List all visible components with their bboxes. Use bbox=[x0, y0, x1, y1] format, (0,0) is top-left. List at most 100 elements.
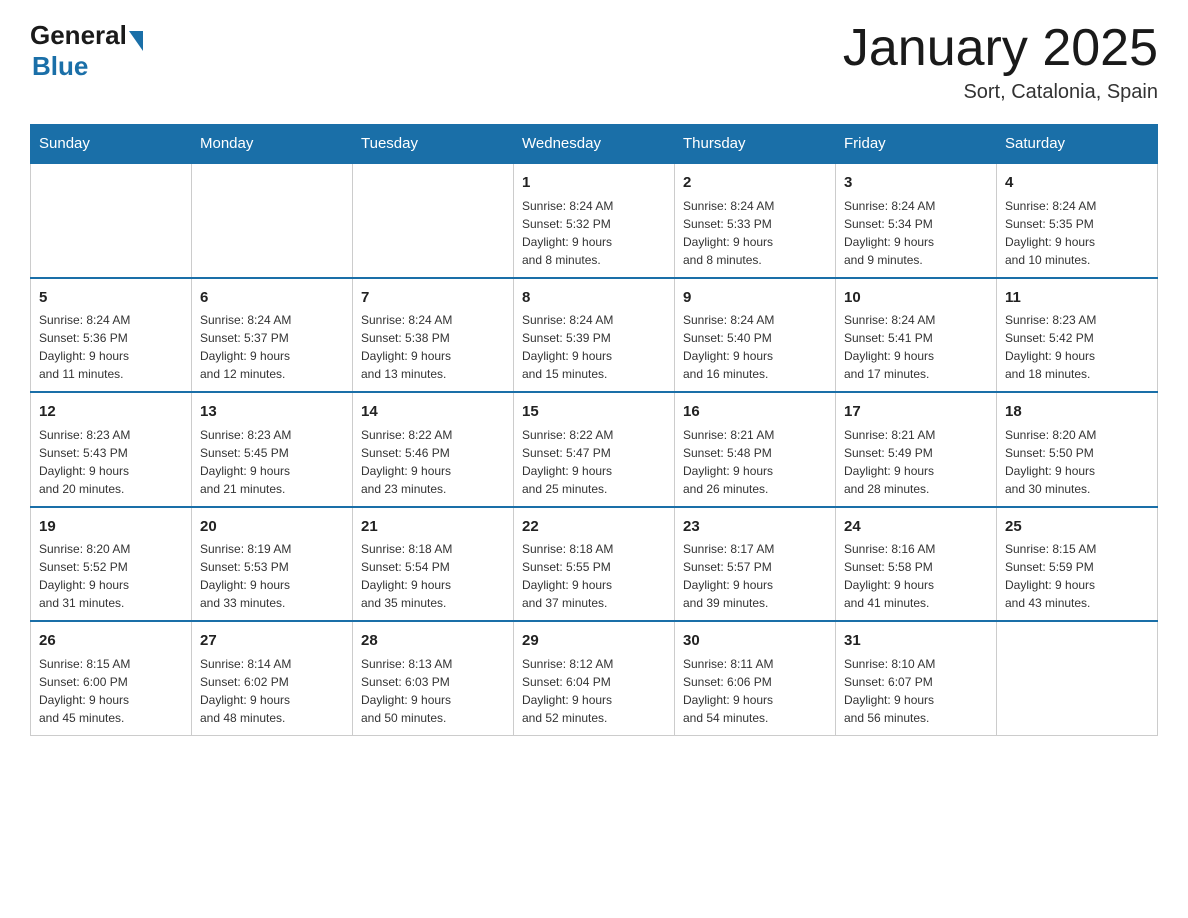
calendar-cell: 12Sunrise: 8:23 AMSunset: 5:43 PMDayligh… bbox=[31, 392, 192, 507]
week-row-5: 26Sunrise: 8:15 AMSunset: 6:00 PMDayligh… bbox=[31, 621, 1158, 735]
calendar-subtitle: Sort, Catalonia, Spain bbox=[843, 81, 1158, 104]
day-number: 25 bbox=[1005, 516, 1149, 539]
calendar-cell: 28Sunrise: 8:13 AMSunset: 6:03 PMDayligh… bbox=[353, 621, 514, 735]
day-info: Sunrise: 8:15 AMSunset: 6:00 PMDaylight:… bbox=[39, 655, 183, 727]
calendar-cell: 4Sunrise: 8:24 AMSunset: 5:35 PMDaylight… bbox=[997, 163, 1158, 278]
week-row-4: 19Sunrise: 8:20 AMSunset: 5:52 PMDayligh… bbox=[31, 507, 1158, 622]
calendar-cell: 13Sunrise: 8:23 AMSunset: 5:45 PMDayligh… bbox=[192, 392, 353, 507]
day-info: Sunrise: 8:10 AMSunset: 6:07 PMDaylight:… bbox=[844, 655, 988, 727]
week-row-3: 12Sunrise: 8:23 AMSunset: 5:43 PMDayligh… bbox=[31, 392, 1158, 507]
calendar-cell: 9Sunrise: 8:24 AMSunset: 5:40 PMDaylight… bbox=[675, 278, 836, 393]
day-number: 18 bbox=[1005, 401, 1149, 424]
day-number: 30 bbox=[683, 630, 827, 653]
calendar-cell: 23Sunrise: 8:17 AMSunset: 5:57 PMDayligh… bbox=[675, 507, 836, 622]
calendar-cell: 1Sunrise: 8:24 AMSunset: 5:32 PMDaylight… bbox=[514, 163, 675, 278]
calendar-cell: 18Sunrise: 8:20 AMSunset: 5:50 PMDayligh… bbox=[997, 392, 1158, 507]
calendar-cell: 22Sunrise: 8:18 AMSunset: 5:55 PMDayligh… bbox=[514, 507, 675, 622]
day-number: 22 bbox=[522, 516, 666, 539]
day-number: 17 bbox=[844, 401, 988, 424]
calendar-cell: 17Sunrise: 8:21 AMSunset: 5:49 PMDayligh… bbox=[836, 392, 997, 507]
page-header: General Blue January 2025 Sort, Cataloni… bbox=[30, 20, 1158, 104]
calendar-cell: 24Sunrise: 8:16 AMSunset: 5:58 PMDayligh… bbox=[836, 507, 997, 622]
calendar-cell: 29Sunrise: 8:12 AMSunset: 6:04 PMDayligh… bbox=[514, 621, 675, 735]
week-row-1: 1Sunrise: 8:24 AMSunset: 5:32 PMDaylight… bbox=[31, 163, 1158, 278]
calendar-cell: 19Sunrise: 8:20 AMSunset: 5:52 PMDayligh… bbox=[31, 507, 192, 622]
day-info: Sunrise: 8:16 AMSunset: 5:58 PMDaylight:… bbox=[844, 540, 988, 612]
day-number: 23 bbox=[683, 516, 827, 539]
day-info: Sunrise: 8:24 AMSunset: 5:32 PMDaylight:… bbox=[522, 197, 666, 269]
calendar-cell: 21Sunrise: 8:18 AMSunset: 5:54 PMDayligh… bbox=[353, 507, 514, 622]
day-info: Sunrise: 8:22 AMSunset: 5:46 PMDaylight:… bbox=[361, 426, 505, 498]
day-info: Sunrise: 8:24 AMSunset: 5:39 PMDaylight:… bbox=[522, 311, 666, 383]
day-number: 8 bbox=[522, 287, 666, 310]
calendar-cell: 31Sunrise: 8:10 AMSunset: 6:07 PMDayligh… bbox=[836, 621, 997, 735]
calendar-cell: 3Sunrise: 8:24 AMSunset: 5:34 PMDaylight… bbox=[836, 163, 997, 278]
day-number: 3 bbox=[844, 172, 988, 195]
calendar-table: SundayMondayTuesdayWednesdayThursdayFrid… bbox=[30, 124, 1158, 736]
day-info: Sunrise: 8:21 AMSunset: 5:48 PMDaylight:… bbox=[683, 426, 827, 498]
calendar-cell: 2Sunrise: 8:24 AMSunset: 5:33 PMDaylight… bbox=[675, 163, 836, 278]
day-info: Sunrise: 8:15 AMSunset: 5:59 PMDaylight:… bbox=[1005, 540, 1149, 612]
logo: General Blue bbox=[30, 20, 143, 82]
logo-triangle-icon bbox=[129, 31, 143, 51]
day-info: Sunrise: 8:24 AMSunset: 5:38 PMDaylight:… bbox=[361, 311, 505, 383]
day-number: 5 bbox=[39, 287, 183, 310]
day-info: Sunrise: 8:24 AMSunset: 5:36 PMDaylight:… bbox=[39, 311, 183, 383]
day-number: 28 bbox=[361, 630, 505, 653]
calendar-cell bbox=[997, 621, 1158, 735]
day-info: Sunrise: 8:24 AMSunset: 5:34 PMDaylight:… bbox=[844, 197, 988, 269]
calendar-cell: 5Sunrise: 8:24 AMSunset: 5:36 PMDaylight… bbox=[31, 278, 192, 393]
day-info: Sunrise: 8:24 AMSunset: 5:35 PMDaylight:… bbox=[1005, 197, 1149, 269]
day-info: Sunrise: 8:23 AMSunset: 5:45 PMDaylight:… bbox=[200, 426, 344, 498]
day-info: Sunrise: 8:13 AMSunset: 6:03 PMDaylight:… bbox=[361, 655, 505, 727]
calendar-cell: 6Sunrise: 8:24 AMSunset: 5:37 PMDaylight… bbox=[192, 278, 353, 393]
day-number: 29 bbox=[522, 630, 666, 653]
day-info: Sunrise: 8:17 AMSunset: 5:57 PMDaylight:… bbox=[683, 540, 827, 612]
day-info: Sunrise: 8:24 AMSunset: 5:33 PMDaylight:… bbox=[683, 197, 827, 269]
day-info: Sunrise: 8:24 AMSunset: 5:41 PMDaylight:… bbox=[844, 311, 988, 383]
calendar-cell: 25Sunrise: 8:15 AMSunset: 5:59 PMDayligh… bbox=[997, 507, 1158, 622]
weekday-header-tuesday: Tuesday bbox=[353, 125, 514, 164]
calendar-cell bbox=[192, 163, 353, 278]
day-number: 15 bbox=[522, 401, 666, 424]
day-number: 4 bbox=[1005, 172, 1149, 195]
day-number: 16 bbox=[683, 401, 827, 424]
day-number: 31 bbox=[844, 630, 988, 653]
calendar-cell: 30Sunrise: 8:11 AMSunset: 6:06 PMDayligh… bbox=[675, 621, 836, 735]
day-number: 1 bbox=[522, 172, 666, 195]
title-section: January 2025 Sort, Catalonia, Spain bbox=[843, 20, 1158, 104]
day-info: Sunrise: 8:24 AMSunset: 5:37 PMDaylight:… bbox=[200, 311, 344, 383]
calendar-cell: 15Sunrise: 8:22 AMSunset: 5:47 PMDayligh… bbox=[514, 392, 675, 507]
day-number: 27 bbox=[200, 630, 344, 653]
logo-blue-text: Blue bbox=[32, 51, 143, 82]
day-number: 6 bbox=[200, 287, 344, 310]
day-info: Sunrise: 8:20 AMSunset: 5:50 PMDaylight:… bbox=[1005, 426, 1149, 498]
day-info: Sunrise: 8:14 AMSunset: 6:02 PMDaylight:… bbox=[200, 655, 344, 727]
calendar-cell bbox=[353, 163, 514, 278]
calendar-cell: 27Sunrise: 8:14 AMSunset: 6:02 PMDayligh… bbox=[192, 621, 353, 735]
day-number: 26 bbox=[39, 630, 183, 653]
day-info: Sunrise: 8:23 AMSunset: 5:43 PMDaylight:… bbox=[39, 426, 183, 498]
weekday-header-friday: Friday bbox=[836, 125, 997, 164]
day-number: 24 bbox=[844, 516, 988, 539]
day-info: Sunrise: 8:20 AMSunset: 5:52 PMDaylight:… bbox=[39, 540, 183, 612]
day-number: 9 bbox=[683, 287, 827, 310]
calendar-cell: 14Sunrise: 8:22 AMSunset: 5:46 PMDayligh… bbox=[353, 392, 514, 507]
day-info: Sunrise: 8:23 AMSunset: 5:42 PMDaylight:… bbox=[1005, 311, 1149, 383]
day-info: Sunrise: 8:21 AMSunset: 5:49 PMDaylight:… bbox=[844, 426, 988, 498]
day-info: Sunrise: 8:18 AMSunset: 5:54 PMDaylight:… bbox=[361, 540, 505, 612]
calendar-cell: 7Sunrise: 8:24 AMSunset: 5:38 PMDaylight… bbox=[353, 278, 514, 393]
day-number: 14 bbox=[361, 401, 505, 424]
calendar-title: January 2025 bbox=[843, 20, 1158, 77]
day-info: Sunrise: 8:24 AMSunset: 5:40 PMDaylight:… bbox=[683, 311, 827, 383]
weekday-header-saturday: Saturday bbox=[997, 125, 1158, 164]
day-number: 20 bbox=[200, 516, 344, 539]
day-info: Sunrise: 8:19 AMSunset: 5:53 PMDaylight:… bbox=[200, 540, 344, 612]
weekday-header-wednesday: Wednesday bbox=[514, 125, 675, 164]
calendar-cell: 10Sunrise: 8:24 AMSunset: 5:41 PMDayligh… bbox=[836, 278, 997, 393]
day-number: 13 bbox=[200, 401, 344, 424]
day-info: Sunrise: 8:12 AMSunset: 6:04 PMDaylight:… bbox=[522, 655, 666, 727]
weekday-header-sunday: Sunday bbox=[31, 125, 192, 164]
week-row-2: 5Sunrise: 8:24 AMSunset: 5:36 PMDaylight… bbox=[31, 278, 1158, 393]
calendar-cell: 20Sunrise: 8:19 AMSunset: 5:53 PMDayligh… bbox=[192, 507, 353, 622]
